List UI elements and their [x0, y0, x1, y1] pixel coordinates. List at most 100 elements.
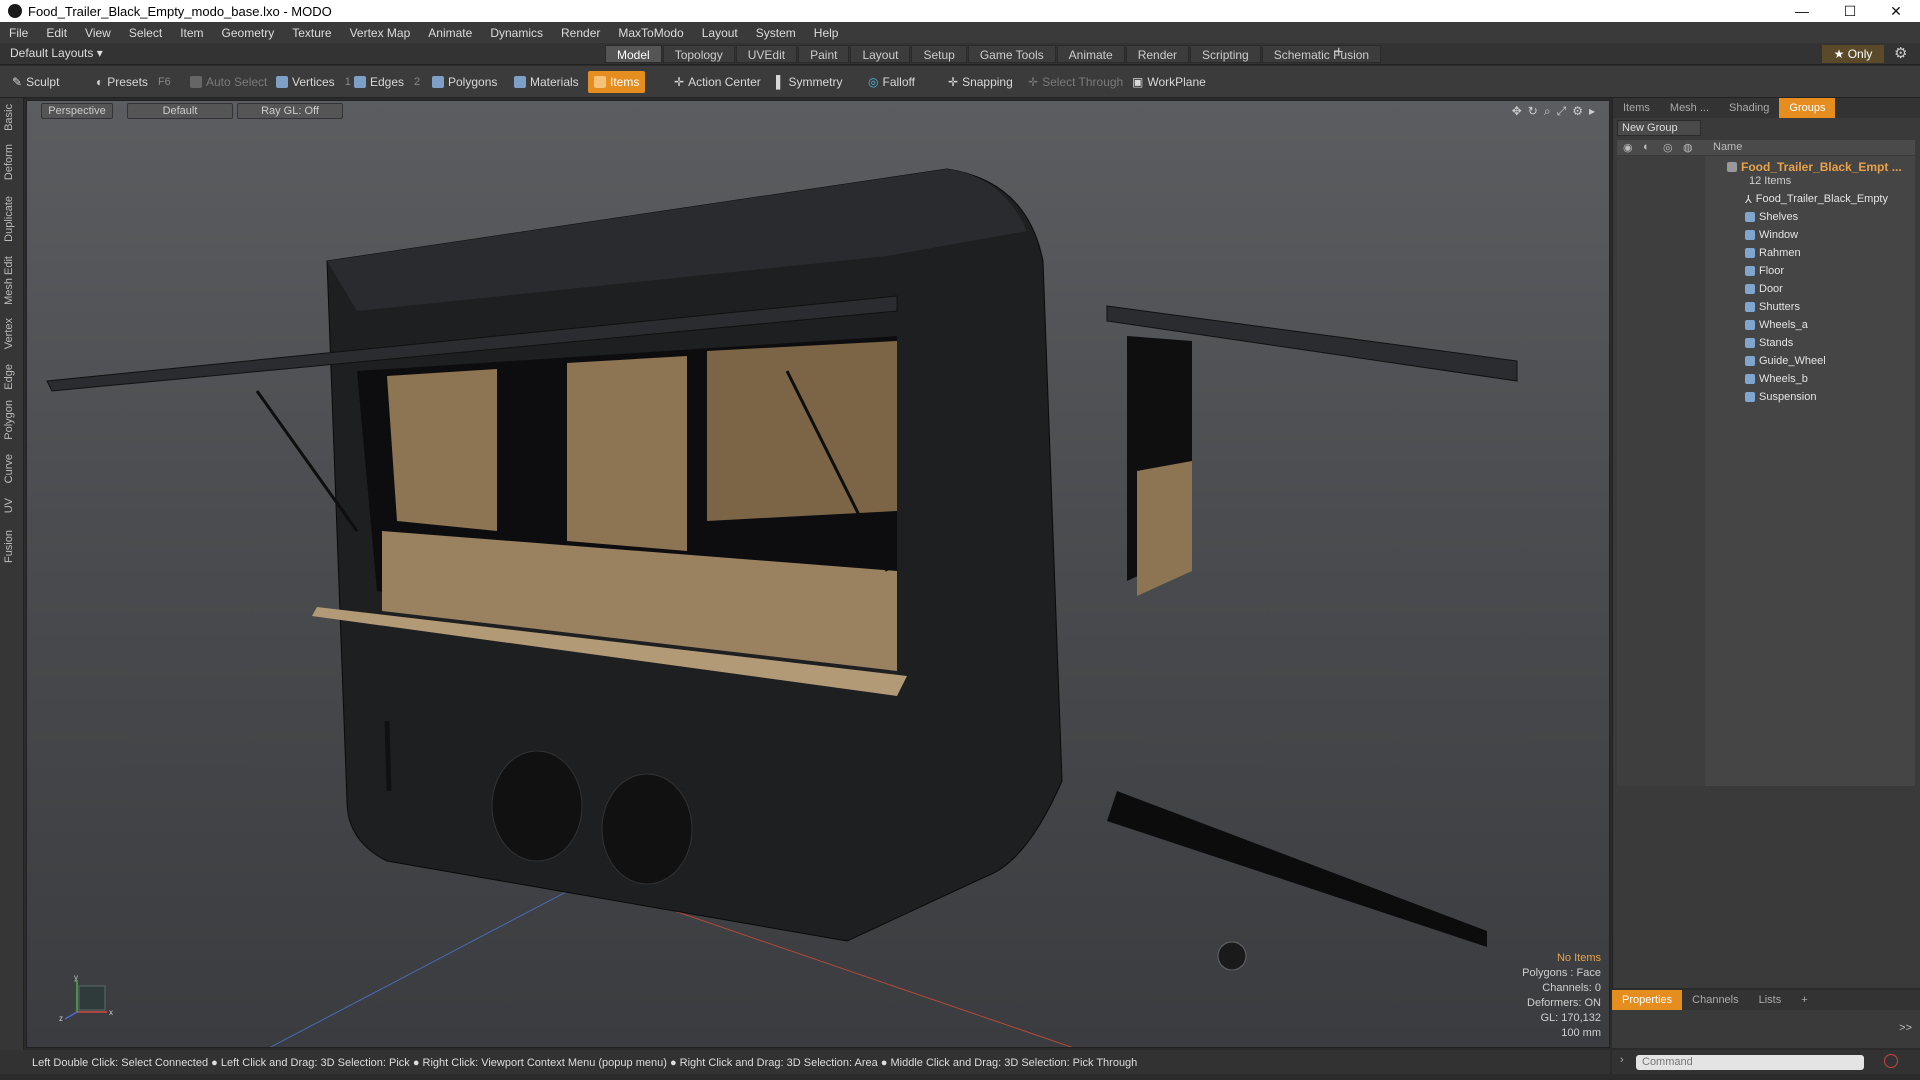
title-bar: Food_Trailer_Black_Empty_modo_base.lxo -… [0, 0, 1920, 22]
auto-select-button[interactable]: Auto Select [184, 71, 273, 93]
list-item[interactable]: Floor [1745, 262, 1784, 280]
tab-render[interactable]: Render [1125, 45, 1190, 63]
tab-schematic-fusion[interactable]: Schematic Fusion [1261, 45, 1382, 63]
tab-layout[interactable]: Layout [850, 45, 911, 63]
menu-edit[interactable]: Edit [37, 26, 76, 40]
mesh-icon [1745, 320, 1755, 330]
polygons-button[interactable]: Polygons [426, 71, 503, 93]
select-through-button[interactable]: ✛ Select Through [1022, 71, 1129, 93]
z-axis-line [269, 880, 588, 1047]
new-group-button[interactable]: New Group [1617, 120, 1701, 136]
items-button[interactable]: Items [588, 71, 646, 93]
tab-lists[interactable]: Lists [1749, 990, 1792, 1010]
eye-icon[interactable]: ◉ [1623, 141, 1633, 154]
tab-basic[interactable]: Basic [3, 104, 15, 131]
z-axis-label: z [59, 1014, 63, 1022]
record-icon[interactable] [1884, 1054, 1898, 1068]
menu-file[interactable]: File [0, 26, 37, 40]
right-panel-tabs: Items Mesh ... Shading Groups [1613, 98, 1920, 118]
menu-select[interactable]: Select [120, 26, 171, 40]
tab-game-tools[interactable]: Game Tools [967, 45, 1056, 63]
menu-item[interactable]: Item [171, 26, 212, 40]
tab-mesh[interactable]: Mesh ... [1660, 98, 1719, 118]
list-item[interactable]: Shelves [1745, 208, 1798, 226]
close-button[interactable]: ✕ [1874, 0, 1918, 22]
tab-vertex[interactable]: Vertex [3, 318, 15, 349]
add-panel-button[interactable]: + [1791, 990, 1817, 1010]
menu-texture[interactable]: Texture [283, 26, 340, 40]
menu-vertex-map[interactable]: Vertex Map [341, 26, 420, 40]
materials-button[interactable]: Materials [508, 71, 585, 93]
tab-scripting[interactable]: Scripting [1190, 45, 1261, 63]
list-item[interactable]: Shutters [1745, 298, 1800, 316]
command-input[interactable]: Command [1636, 1055, 1864, 1070]
tab-paint[interactable]: Paint [798, 45, 850, 63]
tab-uvedit[interactable]: UVEdit [735, 45, 798, 63]
default-layouts-dropdown[interactable]: Default Layouts ▾ [10, 46, 103, 60]
vertices-button[interactable]: Vertices 1 [270, 71, 357, 93]
sculpt-button[interactable]: ✎ Sculpt [6, 71, 65, 93]
mesh-icon [1745, 392, 1755, 402]
menu-bar: File Edit View Select Item Geometry Text… [0, 22, 1920, 43]
menu-animate[interactable]: Animate [419, 26, 481, 40]
snapping-button[interactable]: ✛ Snapping [942, 71, 1019, 93]
tab-uv[interactable]: UV [3, 498, 15, 513]
menu-help[interactable]: Help [805, 26, 848, 40]
only-toggle-button[interactable]: ★ Only [1822, 45, 1884, 63]
name-column-header[interactable]: Name [1713, 141, 1742, 153]
render-icon[interactable]: ◐ [1643, 141, 1650, 153]
tab-topology[interactable]: Topology [662, 45, 735, 63]
maximize-button[interactable]: ☐ [1828, 0, 1872, 22]
workplane-button[interactable]: ▣ WorkPlane [1126, 71, 1212, 93]
menu-maxtomodo[interactable]: MaxToModo [609, 26, 692, 40]
tab-groups[interactable]: Groups [1779, 98, 1836, 118]
minimize-button[interactable]: — [1780, 0, 1824, 22]
tab-polygon[interactable]: Polygon [3, 400, 15, 440]
shelves-panel [567, 356, 687, 551]
tab-mesh-edit[interactable]: Mesh Edit [3, 256, 15, 305]
tab-curve[interactable]: Curve [3, 454, 15, 483]
menu-geometry[interactable]: Geometry [213, 26, 284, 40]
menu-view[interactable]: View [76, 26, 120, 40]
edges-button[interactable]: Edges 2 [348, 71, 426, 93]
tab-duplicate[interactable]: Duplicate [3, 196, 15, 242]
tab-properties[interactable]: Properties [1612, 990, 1683, 1010]
tab-shading[interactable]: Shading [1719, 98, 1779, 118]
tab-items[interactable]: Items [1613, 98, 1660, 118]
lock-icon[interactable]: ◎ [1663, 141, 1673, 154]
add-tab-button[interactable]: + [1334, 44, 1343, 62]
menu-render[interactable]: Render [552, 26, 609, 40]
tab-channels[interactable]: Channels [1682, 990, 1748, 1010]
select-icon[interactable]: ◍ [1683, 141, 1693, 154]
gear-icon[interactable]: ⚙ [1894, 44, 1907, 62]
menu-dynamics[interactable]: Dynamics [481, 26, 552, 40]
3d-viewport[interactable]: Perspective Default Ray GL: Off ✥ ↻ ⌕ ⤢ … [26, 100, 1610, 1048]
side-shutter [1137, 461, 1192, 596]
menu-layout[interactable]: Layout [693, 26, 747, 40]
list-item[interactable]: Suspension [1745, 388, 1817, 406]
list-item[interactable]: Wheels_b [1745, 370, 1808, 388]
list-item[interactable]: ⅄ Food_Trailer_Black_Empty [1745, 190, 1888, 208]
stand-leg [384, 720, 392, 792]
list-item[interactable]: Window [1745, 226, 1798, 244]
list-item[interactable]: Guide_Wheel [1745, 352, 1826, 370]
expand-button[interactable]: >> [1899, 1022, 1912, 1034]
symmetry-button[interactable]: ▌ Symmetry [770, 71, 849, 93]
list-item[interactable]: Wheels_a [1745, 316, 1808, 334]
menu-system[interactable]: System [747, 26, 805, 40]
tab-model[interactable]: Model [605, 45, 662, 63]
tab-edge[interactable]: Edge [3, 364, 15, 390]
mesh-icon [1745, 230, 1755, 240]
tab-deform[interactable]: Deform [3, 144, 15, 180]
list-header: ◉ ◐ ◎ ◍ Name [1617, 140, 1915, 155]
list-item[interactable]: Rahmen [1745, 244, 1801, 262]
tab-fusion[interactable]: Fusion [3, 530, 15, 563]
falloff-button[interactable]: ◎ Falloff [862, 71, 921, 93]
tab-setup[interactable]: Setup [911, 45, 967, 63]
list-item[interactable]: Stands [1745, 334, 1793, 352]
tab-animate[interactable]: Animate [1056, 45, 1125, 63]
list-item[interactable]: Door [1745, 280, 1783, 298]
action-center-button[interactable]: ✛ Action Center [668, 71, 767, 93]
mesh-icon [1745, 356, 1755, 366]
presets-button[interactable]: ◐ Presets F6 [90, 71, 177, 93]
